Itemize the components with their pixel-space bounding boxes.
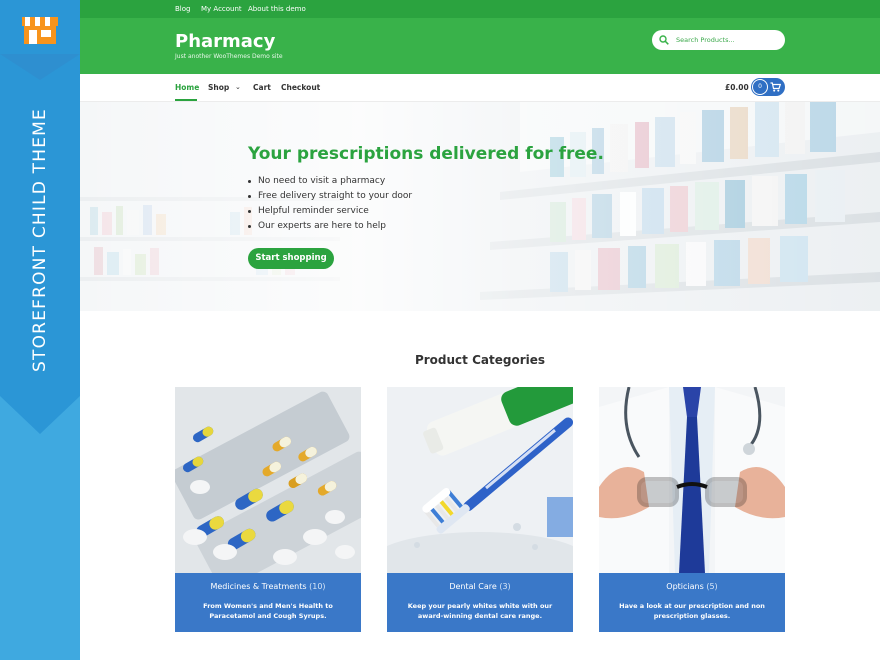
site-header: Pharmacy Just another WooThemes Demo sit… bbox=[80, 18, 880, 74]
search-placeholder: Search Products... bbox=[676, 36, 735, 44]
category-footer: Dental Care (3) Keep your pearly whites … bbox=[387, 573, 573, 632]
hero-benefits-list: No need to visit a pharmacy Free deliver… bbox=[248, 174, 412, 234]
cart-icon bbox=[770, 82, 781, 92]
theme-strip-label: STOREFRONT CHILD THEME bbox=[30, 108, 50, 372]
category-footer: Opticians (5) Have a look at our prescri… bbox=[599, 573, 785, 632]
category-title: Medicines & Treatments bbox=[210, 582, 307, 591]
medicines-pills-image bbox=[175, 387, 361, 573]
theme-strip-chevron-top bbox=[0, 54, 80, 80]
topbar-link-my-account[interactable]: My Account bbox=[201, 5, 242, 13]
categories-heading: Product Categories bbox=[414, 353, 546, 367]
category-count: (3) bbox=[499, 582, 511, 591]
chevron-down-icon[interactable]: ⌄ bbox=[235, 83, 241, 91]
category-name[interactable]: Opticians (5) bbox=[599, 582, 785, 591]
nav-item-shop[interactable]: Shop bbox=[208, 83, 229, 92]
category-title: Opticians bbox=[666, 582, 704, 591]
category-card-medicines[interactable]: Medicines & Treatments (10) From Women's… bbox=[175, 387, 361, 632]
primary-nav: Home Shop ⌄ Cart Checkout £0.00 0 bbox=[80, 74, 880, 102]
storefront-shop-icon bbox=[22, 17, 58, 44]
category-description: From Women's and Men's Health to Paracet… bbox=[203, 602, 333, 620]
topbar-link-about[interactable]: About this demo bbox=[248, 5, 306, 13]
dental-toothbrush-image bbox=[387, 387, 573, 573]
category-count: (10) bbox=[309, 582, 326, 591]
start-shopping-button[interactable]: Start shopping bbox=[248, 248, 334, 269]
hero-benefit-item: Free delivery straight to your door bbox=[248, 189, 412, 204]
cart-button[interactable]: 0 bbox=[751, 78, 785, 96]
category-title: Dental Care bbox=[449, 582, 497, 591]
category-count: (5) bbox=[706, 582, 718, 591]
nav-item-checkout[interactable]: Checkout bbox=[281, 83, 320, 92]
nav-item-cart[interactable]: Cart bbox=[253, 83, 271, 92]
topbar-link-blog[interactable]: Blog bbox=[175, 5, 190, 13]
category-name[interactable]: Dental Care (3) bbox=[387, 582, 573, 591]
cart-count-badge: 0 bbox=[752, 79, 768, 95]
hero-benefit-item: Our experts are here to help bbox=[248, 219, 412, 234]
category-footer: Medicines & Treatments (10) From Women's… bbox=[175, 573, 361, 632]
category-description: Have a look at our prescription and non … bbox=[619, 602, 765, 620]
nav-item-home[interactable]: Home bbox=[175, 83, 199, 92]
search-input[interactable]: Search Products... bbox=[652, 30, 785, 50]
site-title[interactable]: Pharmacy bbox=[175, 31, 275, 52]
search-icon bbox=[659, 35, 669, 45]
cart-total[interactable]: £0.00 bbox=[725, 83, 749, 92]
hero-banner: Your prescriptions delivered for free. N… bbox=[80, 102, 880, 311]
hero-benefit-item: Helpful reminder service bbox=[248, 204, 412, 219]
hero-pharmacy-shelves-image bbox=[80, 102, 880, 311]
theme-strip: STOREFRONT CHILD THEME bbox=[0, 0, 80, 660]
site-tagline: Just another WooThemes Demo site bbox=[175, 53, 283, 60]
theme-strip-chevron-bottom bbox=[0, 396, 80, 434]
page: STOREFRONT CHILD THEME Blog My Account A… bbox=[0, 0, 880, 660]
hero-benefit-item: No need to visit a pharmacy bbox=[248, 174, 412, 189]
top-bar: Blog My Account About this demo bbox=[80, 0, 880, 18]
hero-title: Your prescriptions delivered for free. bbox=[248, 144, 604, 164]
category-card-opticians[interactable]: Opticians (5) Have a look at our prescri… bbox=[599, 387, 785, 632]
category-description: Keep your pearly whites white with our a… bbox=[407, 602, 553, 620]
category-card-dental-care[interactable]: Dental Care (3) Keep your pearly whites … bbox=[387, 387, 573, 632]
opticians-glasses-image bbox=[599, 387, 785, 573]
category-name[interactable]: Medicines & Treatments (10) bbox=[175, 582, 361, 591]
nav-active-underline bbox=[175, 99, 197, 101]
